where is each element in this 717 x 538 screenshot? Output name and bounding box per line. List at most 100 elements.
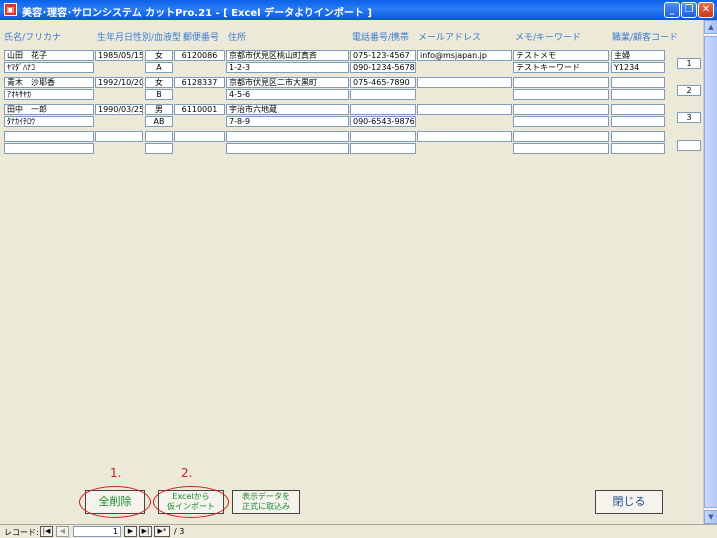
header-phone: 電話番号/携帯 xyxy=(352,33,410,43)
birth-date-field[interactable]: 1990/03/25 xyxy=(95,104,143,115)
birth-date-field[interactable]: 1992/10/20 xyxy=(95,77,143,88)
next-record-icon[interactable]: ▶ xyxy=(124,526,137,537)
customer-code-field[interactable] xyxy=(611,89,665,100)
gender-field[interactable]: 男 xyxy=(145,104,173,115)
header-email: メールアドレス xyxy=(418,33,482,43)
address2-field[interactable] xyxy=(226,143,349,154)
keyword-field[interactable] xyxy=(513,143,609,154)
record-select-button[interactable] xyxy=(677,140,701,151)
address-field[interactable]: 京都市伏見区二市大黒町 xyxy=(226,77,349,88)
job-field[interactable] xyxy=(611,104,665,115)
blood-type-field[interactable]: B xyxy=(145,89,173,100)
header-name: 氏名/フリカナ xyxy=(4,33,62,43)
zip-field[interactable] xyxy=(174,131,225,142)
memo-field[interactable] xyxy=(513,77,609,88)
gender-field[interactable]: 女 xyxy=(145,77,173,88)
zip-field[interactable]: 6128337 xyxy=(174,77,225,88)
customer-code-field[interactable] xyxy=(611,143,665,154)
phone-field[interactable] xyxy=(350,131,416,142)
close-window-button[interactable]: ✕ xyxy=(698,2,714,18)
job-field[interactable]: 主婦 xyxy=(611,50,665,61)
name-field[interactable]: 山田 花子 xyxy=(4,50,94,61)
kana-field[interactable]: ﾀﾅｶｲﾁﾛｳ xyxy=(4,116,94,127)
phone-field[interactable]: 075-123-4567 xyxy=(350,50,416,61)
address-field[interactable] xyxy=(226,131,349,142)
address-field[interactable]: 京都市伏見区桃山町真斉 xyxy=(226,50,349,61)
header-memo: メモ/キーワード xyxy=(515,33,582,43)
blood-type-field[interactable] xyxy=(145,143,173,154)
close-form-label: 閉じる xyxy=(612,495,646,508)
last-record-icon[interactable]: ▶| xyxy=(139,526,152,537)
new-record-icon[interactable]: ▶* xyxy=(154,526,170,537)
keyword-field[interactable] xyxy=(513,116,609,127)
scroll-down-icon[interactable]: ▼ xyxy=(704,510,717,524)
memo-field[interactable] xyxy=(513,131,609,142)
zip-field[interactable]: 6120086 xyxy=(174,50,225,61)
keyword-field[interactable] xyxy=(513,89,609,100)
header-address: 住所 xyxy=(228,33,247,43)
email-field[interactable]: info@msjapan.jp xyxy=(417,50,512,61)
commit-import-label-line2: 正式に取込み xyxy=(242,502,290,511)
window-title: 美容･理容･サロンシステム カットPro.21 - [ Excel データよりイ… xyxy=(22,8,372,19)
gender-field[interactable]: 女 xyxy=(145,50,173,61)
mobile-field[interactable] xyxy=(350,143,416,154)
email-field[interactable] xyxy=(417,104,512,115)
previous-record-icon[interactable]: ◀ xyxy=(56,526,69,537)
email-field[interactable] xyxy=(417,77,512,88)
close-form-button[interactable]: 閉じる xyxy=(595,490,663,514)
kana-field[interactable]: ｱｵｷｻﾔｶ xyxy=(4,89,94,100)
kana-field[interactable]: ﾔﾏﾀﾞﾊﾅｺ xyxy=(4,62,94,73)
record-label: レコード: xyxy=(4,528,39,537)
vertical-scrollbar[interactable]: ▲ ▼ xyxy=(703,20,717,524)
address2-field[interactable]: 1-2-3 xyxy=(226,62,349,73)
customer-code-field[interactable]: Y1234 xyxy=(611,62,665,73)
memo-field[interactable]: テストメモ xyxy=(513,50,609,61)
record-navigation-bar: レコード: |◀ ◀ 1 ▶ ▶| ▶* / 3 xyxy=(0,524,717,538)
restore-button[interactable]: ❐ xyxy=(681,2,697,18)
record-select-button[interactable]: 2 xyxy=(677,85,701,96)
header-zip: 郵便番号 xyxy=(183,33,220,43)
header-gender-blood: 性別/血液型 xyxy=(133,33,182,43)
address2-field[interactable]: 7-8-9 xyxy=(226,116,349,127)
blood-type-field[interactable]: AB xyxy=(145,116,173,127)
customer-code-field[interactable] xyxy=(611,116,665,127)
phone-field[interactable]: 075-465-7890 xyxy=(350,77,416,88)
name-field[interactable] xyxy=(4,131,94,142)
blood-type-field[interactable]: A xyxy=(145,62,173,73)
address-field[interactable]: 宇治市六地蔵 xyxy=(226,104,349,115)
address2-field[interactable]: 4-5-6 xyxy=(226,89,349,100)
step-2-annotation: 2. xyxy=(181,466,193,480)
birth-date-field[interactable] xyxy=(95,131,143,142)
job-field[interactable] xyxy=(611,131,665,142)
mobile-field[interactable]: 090-6543-9876 xyxy=(350,116,416,127)
first-record-icon[interactable]: |◀ xyxy=(40,526,53,537)
kana-field[interactable] xyxy=(4,143,94,154)
mobile-field[interactable]: 090-1234-5678 xyxy=(350,62,416,73)
zip-field[interactable]: 6110001 xyxy=(174,104,225,115)
record-total: / 3 xyxy=(174,527,185,536)
access-form-icon: ▣ xyxy=(4,3,17,16)
keyword-field[interactable]: テストキーワード xyxy=(513,62,609,73)
commit-import-button[interactable]: 表示データを 正式に取込み xyxy=(232,490,300,514)
minimize-button[interactable]: _ xyxy=(664,2,680,18)
email-field[interactable] xyxy=(417,131,512,142)
name-field[interactable]: 青木 沙耶香 xyxy=(4,77,94,88)
current-record-input[interactable]: 1 xyxy=(73,526,121,537)
phone-field[interactable] xyxy=(350,104,416,115)
header-birth: 生年月日 xyxy=(97,33,134,43)
commit-import-label-line1: 表示データを xyxy=(242,492,290,501)
birth-date-field[interactable]: 1985/05/15 xyxy=(95,50,143,61)
step-1-annotation: 1. xyxy=(110,466,122,480)
header-job: 職業/顧客コード xyxy=(612,33,679,43)
memo-field[interactable] xyxy=(513,104,609,115)
name-field[interactable]: 田中 一郎 xyxy=(4,104,94,115)
title-bar: ▣ 美容･理容･サロンシステム カットPro.21 - [ Excel データよ… xyxy=(0,0,717,20)
job-field[interactable] xyxy=(611,77,665,88)
gender-field[interactable] xyxy=(145,131,173,142)
step-1-highlight-oval xyxy=(79,486,151,518)
record-select-button[interactable]: 3 xyxy=(677,112,701,123)
record-select-button[interactable]: 1 xyxy=(677,58,701,69)
scroll-thumb[interactable] xyxy=(704,36,717,508)
mobile-field[interactable] xyxy=(350,89,416,100)
scroll-up-icon[interactable]: ▲ xyxy=(704,20,717,34)
